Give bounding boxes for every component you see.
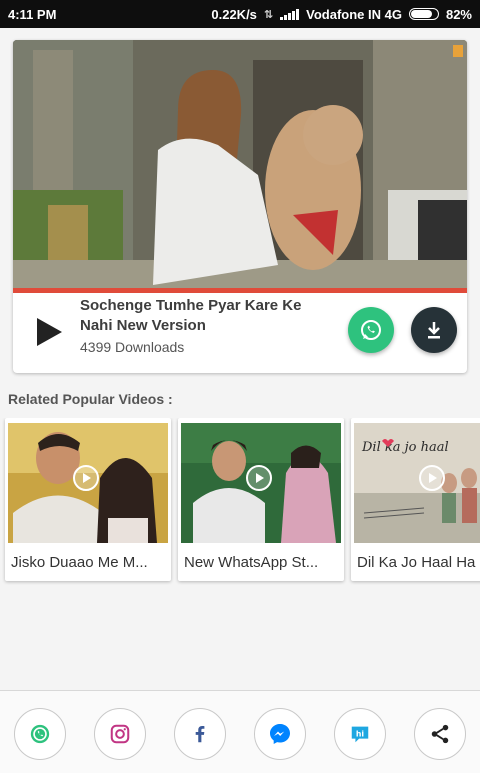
video-progress-bar[interactable] — [13, 288, 467, 293]
share-messenger-button[interactable] — [254, 708, 306, 760]
main-video-card: Sochenge Tumhe Pyar Kare Ke Nahi New Ver… — [13, 40, 467, 373]
video-progress-fill — [13, 288, 467, 293]
facebook-icon — [195, 726, 205, 743]
download-icon — [428, 322, 440, 339]
thumbnail-overlay-text: Dil ka jo haal — [361, 440, 449, 455]
status-indicators: 0.22K/s ⇅ Vodafone IN 4G 82% — [211, 7, 472, 22]
related-video-label: Jisko Duaao Me M... — [11, 554, 148, 571]
related-section-title: Related Popular Videos : — [8, 391, 173, 407]
play-icon — [37, 318, 62, 346]
play-icon — [73, 465, 99, 491]
download-button[interactable] — [411, 307, 457, 353]
messenger-icon — [270, 724, 290, 744]
share-hike-button[interactable]: hi — [334, 708, 386, 760]
status-time: 4:11 PM — [8, 6, 57, 22]
related-video-label: Dil Ka Jo Haal Ha — [357, 554, 476, 571]
thumbnail-illustration: Dil ka jo haal — [354, 423, 480, 543]
video-frame-illustration — [13, 40, 467, 288]
download-count: 4399 Downloads — [80, 339, 185, 355]
play-button[interactable] — [31, 314, 67, 350]
related-video-thumbnail: Dil ka jo haal — [354, 423, 480, 543]
related-video-card[interactable]: Jisko Duaao Me M... — [5, 418, 171, 581]
svg-text:hi: hi — [356, 729, 365, 738]
instagram-icon — [110, 724, 130, 744]
video-title: Sochenge Tumhe Pyar Kare Ke Nahi New Ver… — [80, 297, 302, 334]
share-whatsapp-button[interactable] — [14, 708, 66, 760]
share-facebook-button[interactable] — [174, 708, 226, 760]
whatsapp-icon — [30, 724, 50, 744]
play-icon — [246, 465, 272, 491]
share-more-button[interactable] — [414, 708, 466, 760]
main-video-thumbnail[interactable] — [13, 40, 467, 288]
whatsapp-icon — [361, 320, 381, 340]
related-video-card[interactable]: Dil ka jo haal Dil Ka Jo Haal Ha — [351, 418, 480, 581]
share-bar: hi — [0, 690, 480, 773]
status-bar: 4:11 PM 0.22K/s ⇅ Vodafone IN 4G 82% — [0, 0, 480, 28]
play-icon — [419, 465, 445, 491]
data-arrows-icon: ⇅ — [263, 8, 274, 21]
battery-percent: 82% — [445, 6, 472, 22]
related-video-label: New WhatsApp St... — [184, 554, 319, 571]
signal-icon — [280, 8, 300, 20]
related-videos-list[interactable]: Jisko Duaao Me M... New WhatsApp St... D… — [0, 418, 480, 588]
network-speed: 0.22K/s — [211, 6, 257, 22]
hike-icon: hi — [351, 726, 369, 743]
whatsapp-share-button[interactable] — [348, 307, 394, 353]
share-instagram-button[interactable] — [94, 708, 146, 760]
share-icon — [431, 724, 449, 744]
related-video-card[interactable]: New WhatsApp St... — [178, 418, 344, 581]
carrier-name: Vodafone IN 4G — [306, 6, 402, 22]
battery-icon — [408, 8, 439, 20]
